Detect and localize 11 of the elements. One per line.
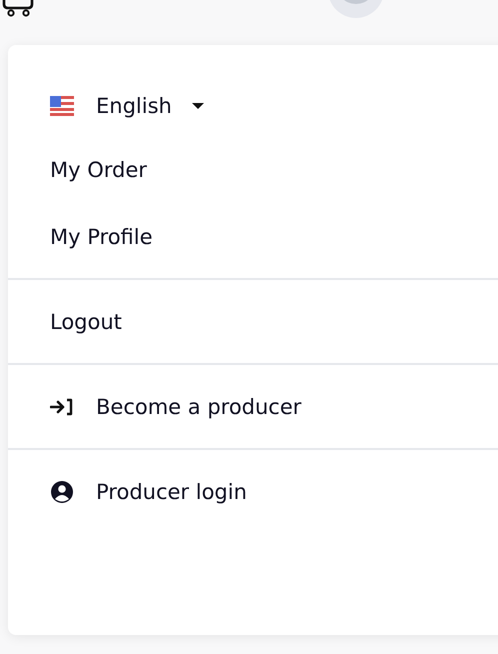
menu-item[interactable]: My Profile	[50, 224, 153, 248]
menu-item[interactable]: My Order	[50, 158, 147, 182]
cart-icon[interactable]	[2, 0, 36, 18]
user-icon	[50, 480, 74, 504]
menu-item[interactable]: Logout	[50, 310, 122, 334]
menu-item[interactable]: Become a producer	[96, 394, 302, 418]
menu-item[interactable]: Producer login	[96, 480, 247, 504]
enter-icon	[50, 396, 74, 416]
language-dropdown[interactable]: English	[96, 94, 204, 118]
caret-icon	[192, 102, 204, 110]
flag-icon	[50, 96, 74, 116]
